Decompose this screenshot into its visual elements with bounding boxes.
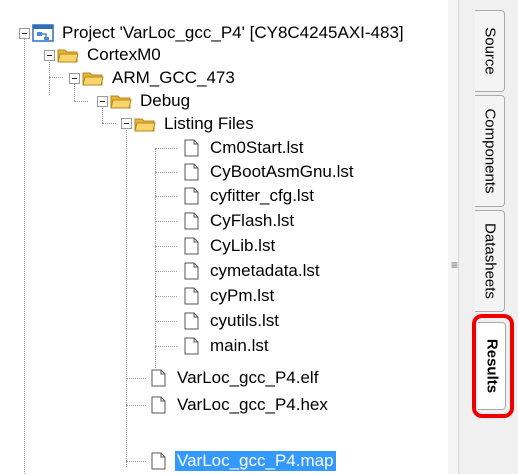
tree-node-arm-gcc[interactable]: ARM_GCC_473 — [82, 67, 237, 89]
folder-icon — [110, 95, 132, 109]
tree-line — [126, 125, 127, 467]
tree-node-file[interactable]: VarLoc_gcc_P4.elf — [147, 367, 320, 389]
collapse-toggle-listing-files[interactable] — [121, 118, 132, 129]
tab-label: Source — [481, 27, 498, 75]
tree-node-cortexm0[interactable]: CortexM0 — [57, 44, 163, 66]
file-icon — [184, 139, 199, 157]
tree-line — [155, 172, 177, 173]
tree-line — [155, 321, 177, 322]
file-icon — [184, 187, 199, 205]
tree-line — [155, 296, 177, 297]
tree-node-label: ARM_GCC_473 — [112, 68, 235, 87]
tree-line — [49, 77, 63, 78]
tree-line — [126, 378, 146, 379]
tree-node-label: main.lst — [210, 336, 269, 355]
tree-line — [155, 148, 177, 149]
tree-node-file[interactable]: main.lst — [180, 335, 271, 357]
file-icon — [184, 163, 199, 181]
tab-label: Results — [483, 338, 500, 394]
tree-line — [155, 346, 177, 347]
tree-node-file-selected[interactable]: VarLoc_gcc_P4.map — [147, 450, 336, 472]
tree-node-file[interactable]: CyLib.lst — [180, 235, 277, 257]
tree-node-file[interactable]: cyPm.lst — [180, 285, 276, 307]
tree-node-file[interactable]: VarLoc_gcc_P4.hex — [147, 394, 330, 416]
tree-node-label: CortexM0 — [87, 45, 161, 64]
tree-line — [49, 55, 50, 95]
tree-line — [155, 246, 177, 247]
folder-icon — [82, 72, 104, 86]
collapse-toggle-cortexm0[interactable] — [44, 50, 55, 61]
workspace-tree: Project 'VarLoc_gcc_P4' [CY8C4245AXI-483… — [0, 0, 448, 474]
file-icon — [184, 262, 199, 280]
tree-node-listing-files[interactable]: Listing Files — [134, 113, 256, 135]
tree-node-label: cyfitter_cfg.lst — [210, 186, 314, 205]
collapse-toggle-project[interactable] — [19, 28, 30, 39]
tree-line — [24, 33, 25, 474]
tree-line — [126, 405, 146, 406]
tree-node-label: VarLoc_gcc_P4.hex — [177, 395, 328, 414]
folder-icon — [57, 49, 79, 63]
folder-icon — [134, 118, 156, 132]
tree-node-label: cymetadata.lst — [210, 261, 320, 280]
tree-node-label: Listing Files — [164, 114, 254, 133]
tree-line — [155, 148, 156, 368]
tree-line — [74, 101, 88, 102]
tab-label: Datasheets — [481, 223, 498, 299]
tab-components[interactable]: Components — [475, 95, 505, 207]
tree-node-file[interactable]: Cm0Start.lst — [180, 137, 306, 159]
panel-splitter[interactable] — [448, 0, 458, 474]
tab-source[interactable]: Source — [475, 10, 505, 92]
file-icon — [184, 212, 199, 230]
tree-line — [155, 196, 177, 197]
tree-node-label: CyLib.lst — [210, 236, 276, 255]
tree-node-label: cyPm.lst — [210, 286, 275, 305]
tab-datasheets[interactable]: Datasheets — [475, 210, 505, 312]
tree-line — [102, 123, 116, 124]
tree-node-label: Project 'VarLoc_gcc_P4' [CY8C4245AXI-483… — [62, 23, 404, 42]
splitter-grip-icon: ≡ — [451, 258, 458, 272]
file-icon — [151, 396, 166, 414]
tree-node-file[interactable]: CyFlash.lst — [180, 210, 296, 232]
tree-node-label: Debug — [140, 91, 191, 110]
tree-node-label: VarLoc_gcc_P4.elf — [177, 368, 319, 387]
tree-line — [155, 221, 177, 222]
file-icon — [151, 452, 166, 470]
tree-node-project[interactable]: Project 'VarLoc_gcc_P4' [CY8C4245AXI-483… — [32, 22, 406, 44]
collapse-toggle-debug[interactable] — [97, 96, 108, 107]
tree-node-debug[interactable]: Debug — [110, 90, 192, 112]
tree-node-file[interactable]: CyBootAsmGnu.lst — [180, 161, 356, 183]
tree-node-label: CyFlash.lst — [210, 211, 295, 230]
tree-node-label: VarLoc_gcc_P4.map — [175, 451, 336, 471]
tree-line — [126, 461, 146, 462]
tree-line — [155, 271, 177, 272]
file-icon — [184, 287, 199, 305]
file-icon — [184, 337, 199, 355]
tab-results[interactable]: Results — [478, 322, 506, 410]
tree-node-file[interactable]: cyfitter_cfg.lst — [180, 185, 316, 207]
collapse-toggle-arm-gcc[interactable] — [69, 73, 80, 84]
tree-node-file[interactable]: cymetadata.lst — [180, 260, 322, 282]
file-icon — [151, 369, 166, 387]
tree-node-label: Cm0Start.lst — [210, 138, 304, 157]
tab-label: Components — [481, 108, 498, 194]
tree-node-label: cyutils.lst — [210, 311, 279, 330]
file-icon — [184, 237, 199, 255]
project-icon — [32, 24, 54, 42]
file-icon — [184, 312, 199, 330]
tree-node-label: CyBootAsmGnu.lst — [210, 162, 354, 181]
tree-node-file[interactable]: cyutils.lst — [180, 310, 281, 332]
